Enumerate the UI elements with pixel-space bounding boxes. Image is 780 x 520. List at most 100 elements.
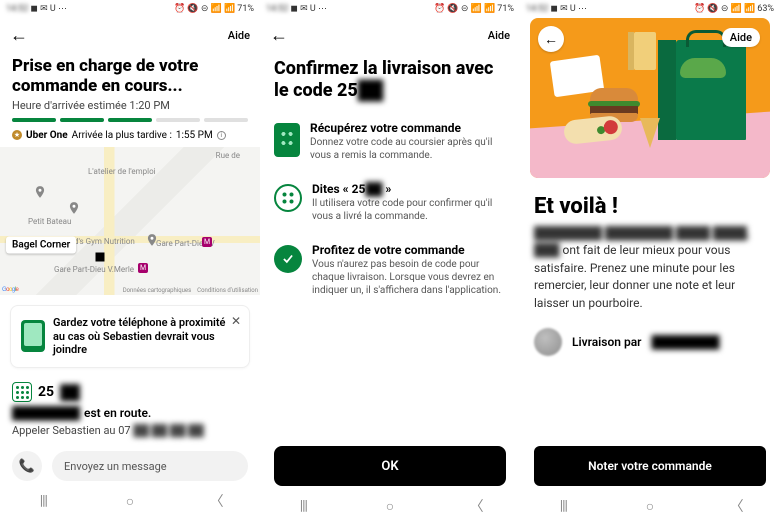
status-icons-left: ◼︎ ✉︎ U ⋯: [550, 4, 587, 14]
android-navbar: ||| ○ 〈: [520, 492, 780, 520]
map-poi: Petit Bateau: [28, 217, 71, 226]
android-navbar: ||| ○ 〈: [0, 487, 260, 515]
map-poi: L'atelier de l'emploi: [88, 167, 156, 176]
status-time: 14:52: [6, 4, 28, 14]
courier-status-suffix: est en route.: [84, 406, 151, 420]
statusbar: 14:52 ◼︎ ✉︎ U ⋯ ⏰ 🔇 ⊝ 📶 📶 71%: [260, 0, 520, 18]
nav-home-button[interactable]: ○: [105, 493, 155, 510]
statusbar: 14:52 ◼︎ ✉︎ U ⋯ ⏰ 🔇 ⊝ 📶 📶 63%: [520, 0, 780, 18]
help-link[interactable]: Aide: [488, 29, 510, 42]
step-heading: Récupérez votre commande: [310, 121, 506, 135]
call-label: Appeler Sebastien au 07: [12, 424, 131, 437]
statusbar: 14:52 ◼︎ ✉︎ U ⋯ ⏰ 🔇 ⊝ 📶 📶 71%: [0, 0, 260, 18]
call-line[interactable]: Appeler Sebastien au 07 ██ ██ ██ ██: [0, 422, 260, 445]
eta-value: 1:20 PM: [129, 99, 169, 112]
nav-back-button[interactable]: 〈: [192, 491, 242, 511]
google-logo: Google: [2, 287, 18, 294]
latest-arrival-label: Arrivée la plus tardive :: [72, 130, 172, 141]
help-link[interactable]: Aide: [228, 29, 250, 42]
ok-button[interactable]: OK: [274, 446, 506, 486]
screen-delivered: 14:52 ◼︎ ✉︎ U ⋯ ⏰ 🔇 ⊝ 📶 📶 63% ← Aide Et …: [520, 0, 780, 520]
status-battery: 63%: [757, 4, 774, 14]
latest-arrival-value: 1:55 PM: [176, 130, 213, 141]
check-icon: [274, 245, 302, 273]
map-attribution: Google Données cartographiques Condition…: [2, 287, 258, 294]
body-text: ont fait de leur mieux pour vous satisfa…: [534, 243, 735, 309]
close-icon[interactable]: ✕: [231, 314, 241, 328]
courier-label: Livraison par: [572, 335, 641, 349]
nav-home-button[interactable]: ○: [365, 498, 415, 515]
courier-name-blurred: ████████: [651, 335, 719, 349]
status-icons-left: ◼︎ ✉︎ U ⋯: [290, 4, 327, 14]
title-code-blurred: ██: [358, 80, 384, 101]
page-title: Confirmez la livraison avec le code 25██: [260, 52, 520, 115]
nav-recents-button[interactable]: |||: [538, 498, 588, 514]
courier-row[interactable]: Livraison par ████████: [520, 328, 780, 356]
step-heading-post: »: [382, 182, 391, 196]
page-title: Prise en charge de votre commande en cou…: [0, 52, 260, 99]
courier-status: ████████ est en route.: [0, 404, 260, 422]
status-icons-right: ⏰ 🔇 ⊝ 📶 📶: [694, 4, 755, 14]
keypad-icon: [12, 382, 32, 402]
status-battery: 71%: [497, 4, 514, 14]
header: ← Aide: [0, 18, 260, 52]
map[interactable]: Rue de L'atelier de l'emploi Petit Batea…: [0, 147, 260, 295]
delivery-code-row: 25██: [0, 368, 260, 404]
progress-seg: [204, 118, 248, 122]
title-text: Confirmez la livraison avec le code 25: [274, 58, 493, 101]
progress-seg: [60, 118, 104, 122]
map-data-credit: Données cartographiques: [123, 287, 192, 294]
step-item: Récupérez votre commande Donnez votre co…: [260, 115, 520, 176]
eta-label: Heure d'arrivée estimée: [12, 99, 127, 112]
pickup-chip[interactable]: Bagel Corner: [6, 236, 76, 253]
status-icons-left: ◼︎ ✉︎ U ⋯: [30, 4, 67, 14]
nav-back-button[interactable]: 〈: [712, 496, 762, 516]
progress-seg: [156, 118, 200, 122]
header: ← Aide: [260, 18, 520, 52]
speak-code-icon: [274, 184, 302, 212]
call-number-blurred: ██ ██ ██ ██: [133, 424, 204, 437]
pickup-marker-icon: [96, 252, 105, 261]
status-icons-right: ⏰ 🔇 ⊝ 📶 📶: [174, 4, 235, 14]
delivery-code-prefix: 25: [38, 384, 54, 400]
back-button[interactable]: ←: [10, 25, 28, 46]
call-button[interactable]: 📞: [12, 451, 42, 481]
page-title: Et voilà !: [520, 178, 780, 225]
hero-illustration: ← Aide: [530, 18, 770, 178]
screen-order-tracking: 14:52 ◼︎ ✉︎ U ⋯ ⏰ 🔇 ⊝ 📶 📶 71% ← Aide Pri…: [0, 0, 260, 520]
step-heading-pre: Dites « 25: [312, 182, 365, 196]
help-link[interactable]: Aide: [722, 28, 760, 47]
map-street: Rue de: [216, 151, 240, 160]
nav-back-button[interactable]: 〈: [452, 496, 502, 516]
phone-code-icon: [274, 123, 300, 157]
step-heading: Profitez de votre commande: [312, 243, 506, 257]
nav-recents-button[interactable]: |||: [278, 498, 328, 514]
map-terms-link[interactable]: Conditions d'utilisation: [197, 287, 258, 294]
progress-seg: [12, 118, 56, 122]
status-icons-right: ⏰ 🔇 ⊝ 📶 📶: [434, 4, 495, 14]
uberone-label: Uber One: [26, 130, 68, 141]
courier-name-blurred: ████████: [12, 406, 80, 420]
map-station: Gare Part-Dieu V.Merle: [54, 265, 134, 274]
status-time: 14:52: [266, 4, 288, 14]
step-subtext: Il utilisera votre code pour confirmer q…: [312, 197, 506, 223]
nav-recents-button[interactable]: |||: [18, 493, 68, 509]
info-icon[interactable]: i: [217, 131, 226, 140]
progress-bar: [0, 118, 260, 130]
message-row: 📞 Envoyez un message: [0, 445, 260, 487]
step-item: Dites « 25██ » Il utilisera votre code p…: [260, 176, 520, 237]
step-subtext: Vous n'aurez pas besoin de code pour cha…: [312, 258, 506, 297]
android-navbar: ||| ○ 〈: [260, 492, 520, 520]
phone-icon: [21, 320, 45, 352]
message-placeholder: Envoyez un message: [64, 460, 167, 473]
back-button[interactable]: ←: [538, 26, 564, 52]
courier-avatar: [534, 328, 562, 356]
nav-home-button[interactable]: ○: [625, 498, 675, 515]
message-input[interactable]: Envoyez un message: [52, 451, 248, 481]
tip-card: Gardez votre téléphone à proximité au ca…: [10, 305, 250, 368]
back-button[interactable]: ←: [270, 25, 288, 46]
metro-icon: M: [138, 263, 148, 273]
metro-icon: M: [202, 237, 212, 247]
rate-order-button[interactable]: Noter votre commande: [534, 446, 766, 486]
tip-card-text: Gardez votre téléphone à proximité au ca…: [53, 316, 239, 357]
